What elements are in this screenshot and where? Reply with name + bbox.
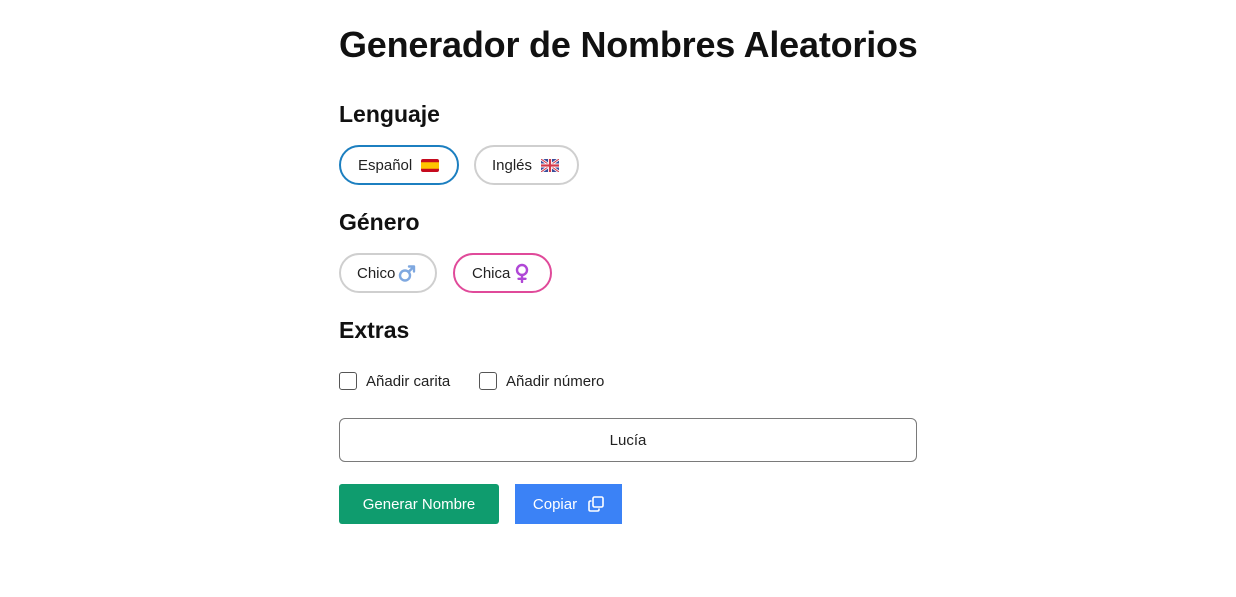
generated-name-field: Lucía [339,418,917,462]
copy-button[interactable]: Copiar [515,484,622,524]
language-option-spanish[interactable]: Español [339,145,459,185]
language-option-label: Inglés [492,156,533,174]
uk-flag-icon [541,158,560,172]
spain-flag-icon [421,158,440,172]
gender-option-label: Chico [357,264,396,282]
gender-option-boy[interactable]: Chico [339,253,437,293]
generate-name-button[interactable]: Generar Nombre [339,484,499,524]
generate-name-label: Generar Nombre [362,495,476,513]
add-number-label: Añadir número [506,372,605,390]
male-symbol-icon [398,263,416,283]
female-symbol-icon [513,263,531,283]
copy-label: Copiar [532,495,578,513]
gender-option-label: Chica [472,264,511,282]
add-number-option[interactable]: Añadir número [479,372,604,390]
language-option-english[interactable]: Inglés [474,145,579,185]
generated-name-value: Lucía [609,431,647,449]
gender-heading: Género [339,209,420,235]
gender-option-girl[interactable]: Chica [453,253,552,293]
extras-heading: Extras [339,317,410,343]
language-option-label: Español [358,156,413,174]
copy-icon [588,496,604,512]
add-face-checkbox[interactable] [339,372,357,390]
add-face-option[interactable]: Añadir carita [339,372,450,390]
language-heading: Lenguaje [339,101,440,127]
add-face-label: Añadir carita [366,372,451,390]
page-title: Generador de Nombres Aleatorios [339,24,918,65]
add-number-checkbox[interactable] [479,372,497,390]
